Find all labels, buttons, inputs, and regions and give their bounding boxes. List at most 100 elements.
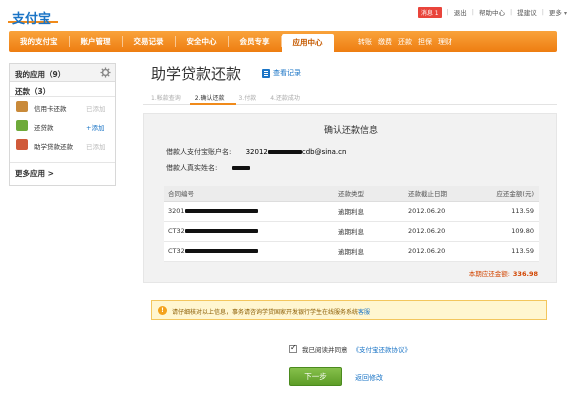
amount: 109.80 <box>479 221 539 242</box>
loan-icon <box>16 120 28 131</box>
added-status: 已添加 <box>86 105 106 113</box>
sidebar-item-label: 信用卡还款 <box>34 105 67 113</box>
nav-security[interactable]: 安全中心 <box>176 31 228 52</box>
repay-type: 逾期利息 <box>334 241 404 262</box>
top-bar: 支付宝 消息 1 | 退出 | 帮助中心 | 提建议 | 更多 ▾ <box>0 0 575 30</box>
repay-type: 逾期利息 <box>334 221 404 242</box>
current-step-indicator <box>190 103 236 105</box>
nav-app-center[interactable]: 应用中心 <box>281 34 334 52</box>
help-center-link[interactable]: 帮助中心 <box>479 7 505 17</box>
table-header: 合同编号 还款类型 还款截止日期 应还金额(元) <box>164 186 539 202</box>
sidebar-item-label: 助学贷款还款 <box>34 143 73 151</box>
subnav-finance[interactable]: 理财 <box>438 37 452 47</box>
step-2-current: 2.确认还款 <box>194 95 225 102</box>
main-nav-bar: 我的支付宝 账户管理 交易记录 安全中心 会员专享 应用中心 转账 缴费 还款 … <box>9 31 557 52</box>
table-row: CT32 逾期利息 2012.06.20 109.80 <box>164 221 539 242</box>
confirm-panel: 确认还款信息 借款人支付宝账户名: 32012 cdb@sina.cn 借款人真实… <box>143 113 557 283</box>
divider: | <box>446 8 449 16</box>
add-app-button[interactable]: +添加 <box>86 122 104 132</box>
credit-card-icon <box>16 101 28 112</box>
info-icon: ! <box>158 306 167 315</box>
sidebar-title: 我的应用（9） <box>15 70 66 79</box>
sidebar-section-repay[interactable]: 还款（3） <box>10 82 115 97</box>
notice-bar: ! 请仔细核对以上信息，事务请咨询学贷国家开发银行学生在线服务系统客服 <box>151 300 547 320</box>
contract-id: 3201 <box>164 201 334 222</box>
notice-text: 请仔细核对以上信息，事务请咨询学贷国家开发银行学生在线服务系统客服 <box>172 309 371 316</box>
redaction-mask <box>184 229 258 233</box>
more-apps-label: 更多应用 > <box>15 169 54 178</box>
notice-link[interactable]: 客服 <box>358 309 370 316</box>
sidebar-item-label: 还贷款 <box>34 124 54 132</box>
progress-steps: 1.帐款查询 2.确认还款 3.付款 4.还款成功 <box>151 93 300 102</box>
sidebar-item-student-loan[interactable]: 助学贷款还款 已添加 <box>10 135 115 154</box>
sidebar-item-credit-card[interactable]: 信用卡还款 已添加 <box>10 97 115 116</box>
sub-nav: 转账 缴费 还款 担保 理财 <box>358 31 452 52</box>
col-deadline: 还款截止日期 <box>404 186 479 202</box>
next-step-button[interactable]: 下一步 <box>289 367 342 386</box>
redaction-mask <box>231 166 250 170</box>
col-amount: 应还金额(元) <box>479 186 539 202</box>
contract-id: CT32 <box>164 241 334 262</box>
agree-checkbox[interactable] <box>289 343 297 353</box>
divider: | <box>541 8 544 16</box>
contract-table: 合同编号 还款类型 还款截止日期 应还金额(元) 3201 逾期利息 2012.… <box>164 186 539 262</box>
nav-transactions[interactable]: 交易记录 <box>123 31 175 52</box>
agreement-link[interactable]: 《支付宝还款协议》 <box>353 344 412 354</box>
more-menu[interactable]: 更多 ▾ <box>549 7 567 17</box>
account-row: 借款人支付宝账户名: 32012 cdb@sina.cn <box>166 147 346 157</box>
redaction-mask <box>184 249 258 253</box>
account-label: 借款人支付宝账户名: <box>166 148 232 156</box>
message-badge[interactable]: 消息 1 <box>417 6 442 18</box>
table-row: CT32 逾期利息 2012.06.20 113.59 <box>164 241 539 262</box>
app-sidebar: 我的应用（9） 还款（3） 信用卡还款 已添加 还贷款 +添加 助学贷款还款 已… <box>9 63 116 186</box>
logo-text: 支付宝 <box>12 12 52 27</box>
agree-text: 我已阅读并同意 <box>302 346 348 354</box>
suggest-link[interactable]: 提建议 <box>517 7 537 17</box>
nav-account[interactable]: 账户管理 <box>70 31 122 52</box>
name-row: 借款人真实姓名: <box>166 163 250 173</box>
total-amount: 本期应还金额: 336.98 <box>469 268 538 278</box>
redaction-mask <box>267 150 302 154</box>
table-row: 3201 逾期利息 2012.06.20 113.59 <box>164 201 539 222</box>
deadline: 2012.06.20 <box>404 241 479 262</box>
subnav-guarantee[interactable]: 担保 <box>418 37 432 47</box>
top-links: 消息 1 | 退出 | 帮助中心 | 提建议 | 更多 ▾ <box>417 6 567 18</box>
agreement-row: 我已阅读并同意 《支付宝还款协议》 <box>289 343 412 354</box>
amount: 113.59 <box>479 241 539 262</box>
more-apps-link[interactable]: 更多应用 > <box>10 162 115 180</box>
divider: | <box>471 8 474 16</box>
deadline: 2012.06.20 <box>404 221 479 242</box>
added-status: 已添加 <box>86 143 106 151</box>
main-nav: 我的支付宝 账户管理 交易记录 安全中心 会员专享 应用中心 <box>9 31 334 52</box>
document-icon <box>262 68 270 78</box>
deadline: 2012.06.20 <box>404 201 479 222</box>
subnav-repay[interactable]: 还款 <box>398 37 412 47</box>
back-modify-link[interactable]: 返回修改 <box>355 373 383 383</box>
alipay-logo[interactable]: 支付宝 <box>8 6 60 27</box>
sidebar-section-label: 还款（3） <box>15 87 51 96</box>
page-title: 助学贷款还款 <box>151 65 242 83</box>
sidebar-item-loan[interactable]: 还贷款 +添加 <box>10 116 115 135</box>
col-type: 还款类型 <box>334 186 404 202</box>
subnav-payment[interactable]: 缴费 <box>378 37 392 47</box>
step-1: 1.帐款查询 <box>151 95 181 102</box>
total-label: 本期应还金额: <box>468 270 510 278</box>
nav-my-alipay[interactable]: 我的支付宝 <box>9 31 69 52</box>
view-history-label: 查看记录 <box>273 69 301 77</box>
col-contract: 合同编号 <box>164 186 334 202</box>
panel-title: 确认还款信息 <box>323 126 378 136</box>
view-history-link[interactable]: 查看记录 <box>262 68 301 78</box>
nav-member[interactable]: 会员专享 <box>229 31 281 52</box>
chevron-down-icon: ▾ <box>563 10 567 17</box>
student-loan-icon <box>16 139 28 150</box>
redaction-mask <box>184 209 258 213</box>
name-label: 借款人真实姓名: <box>166 164 218 172</box>
logout-link[interactable]: 退出 <box>454 7 467 17</box>
account-value: 32012 cdb@sina.cn <box>245 148 347 156</box>
repay-type: 逾期利息 <box>334 201 404 222</box>
sidebar-header: 我的应用（9） <box>10 64 115 82</box>
step-4: 4.还款成功 <box>270 95 300 102</box>
subnav-transfer[interactable]: 转账 <box>358 37 372 47</box>
gear-icon[interactable] <box>100 67 111 78</box>
name-value <box>231 164 250 172</box>
